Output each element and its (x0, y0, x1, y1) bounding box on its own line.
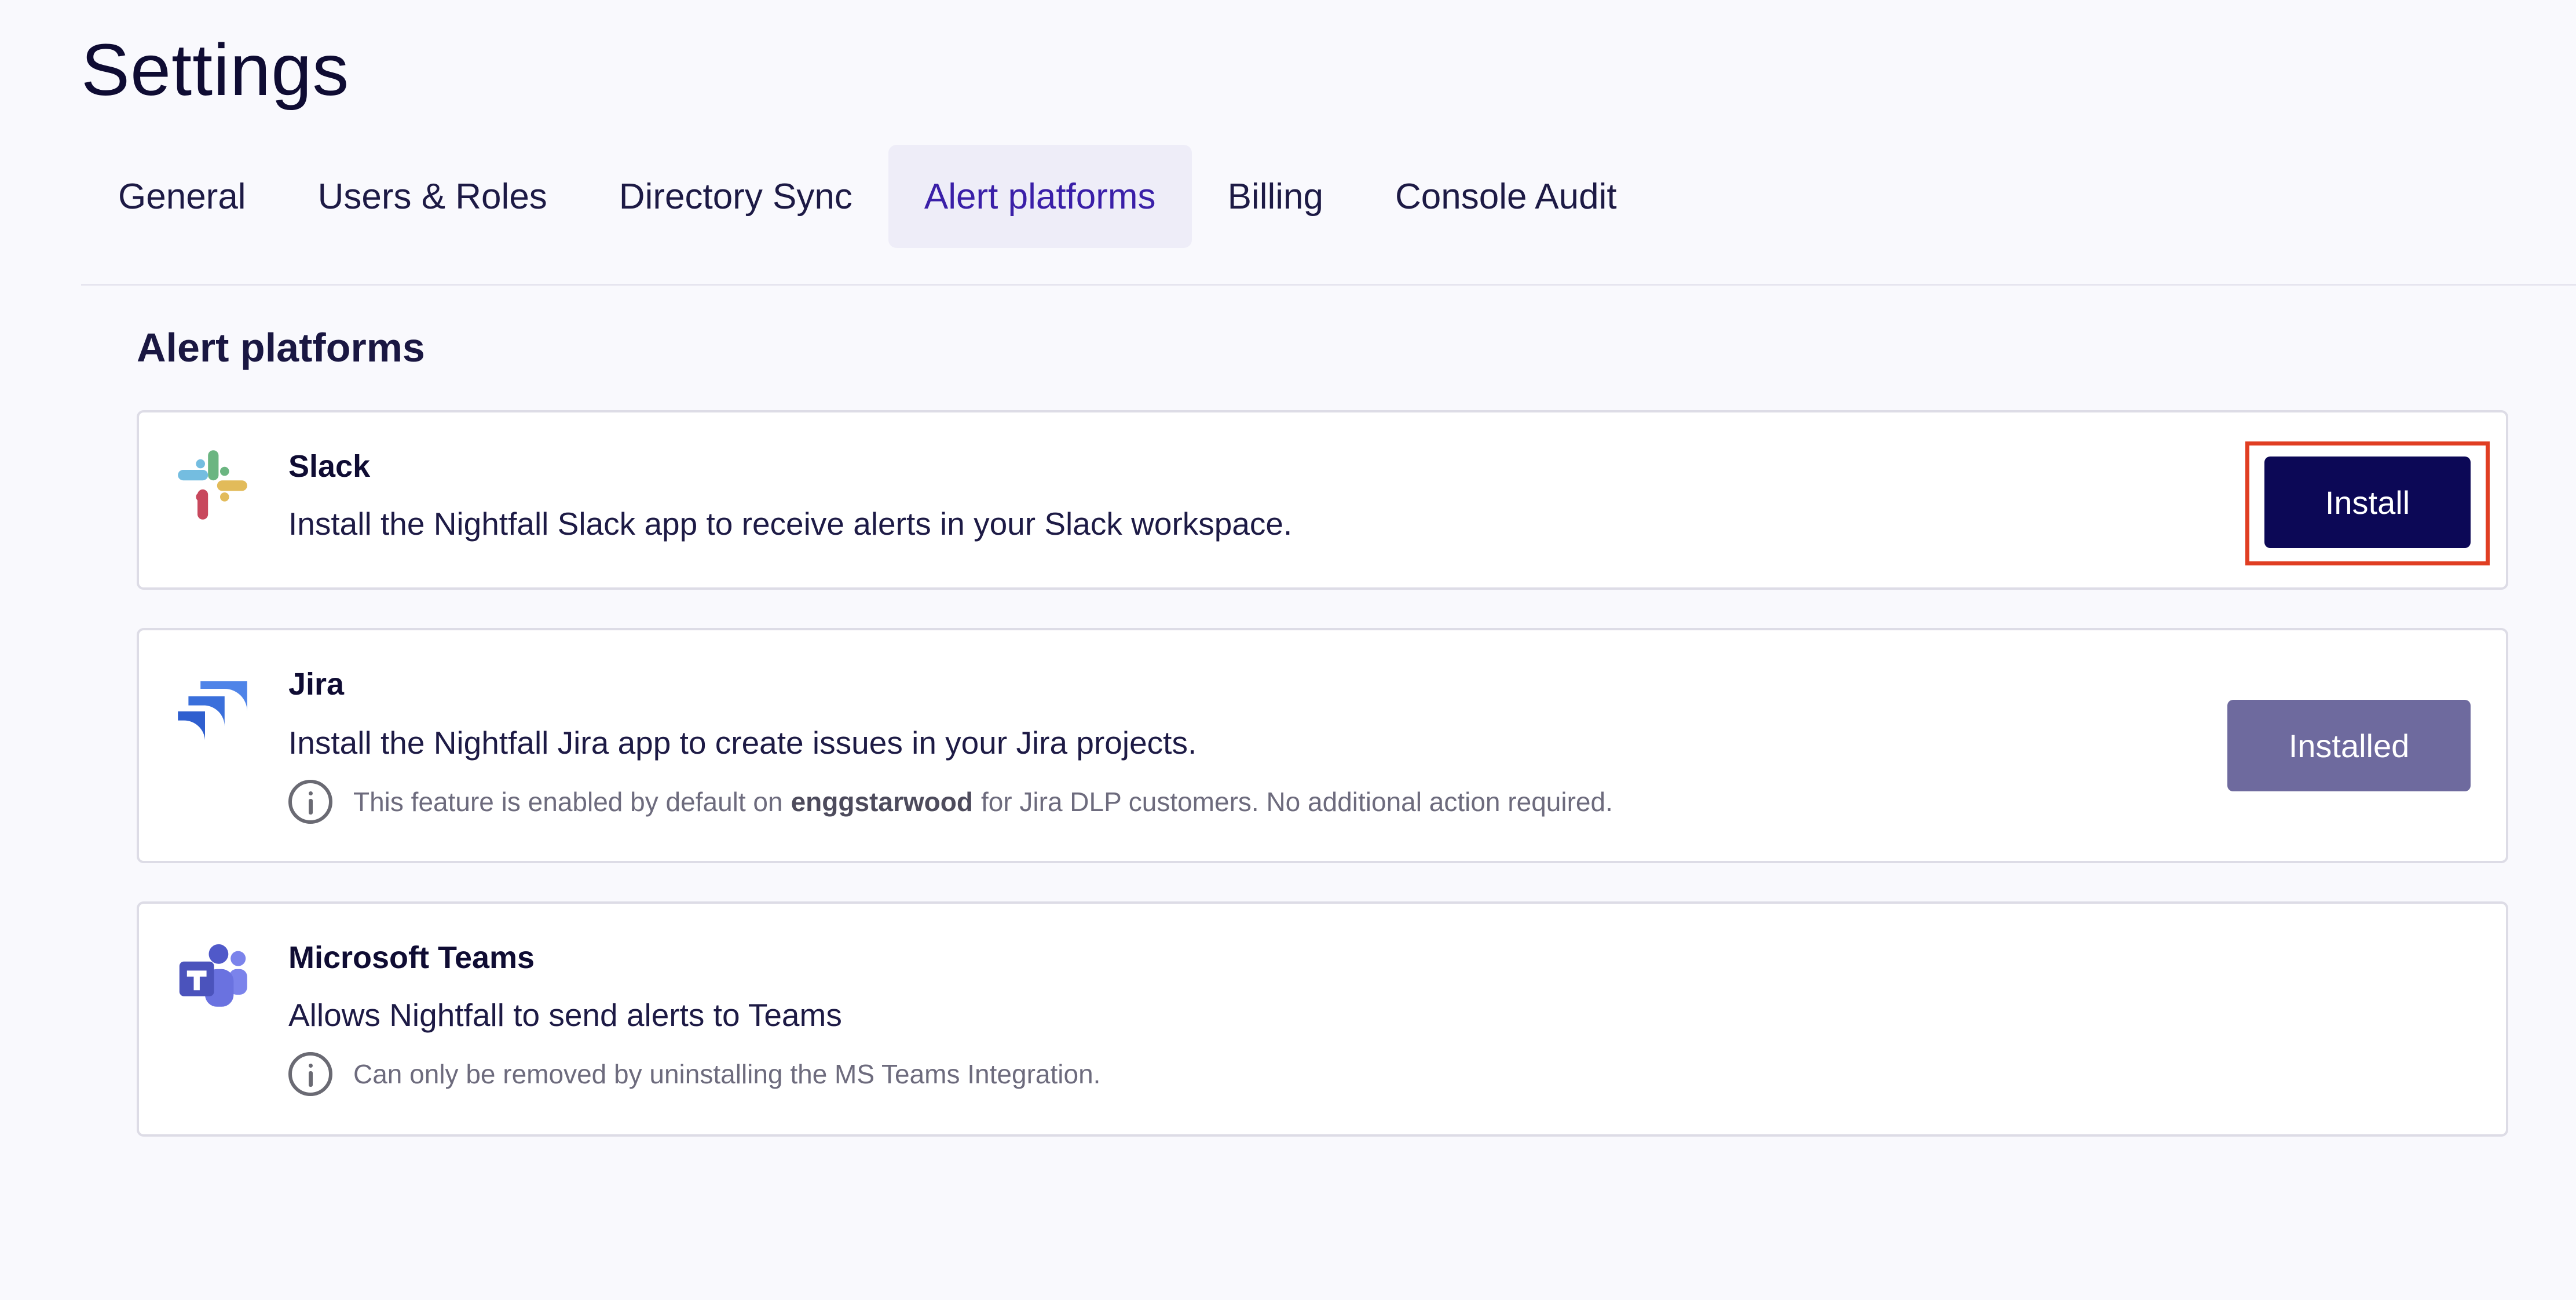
tab-directory-sync[interactable]: Directory Sync (583, 145, 888, 248)
slack-logo-icon (178, 450, 247, 520)
jira-info-note: This feature is enabled by default on en… (288, 780, 1613, 824)
info-icon (288, 1052, 332, 1096)
section-title: Alert platforms (137, 325, 425, 370)
slack-install-button[interactable]: Install (2264, 457, 2471, 548)
jira-description: Install the Nightfall Jira app to create… (288, 725, 1197, 761)
page-title: Settings (81, 29, 350, 111)
tab-billing[interactable]: Billing (1192, 145, 1359, 248)
tab-general[interactable]: General (82, 145, 282, 248)
jira-installed-button[interactable]: Installed (2227, 700, 2471, 791)
slack-card: Slack Install the Nightfall Slack app to… (137, 410, 2508, 590)
jira-note-prefix: This feature is enabled by default on (353, 787, 783, 817)
teams-card: Microsoft Teams Allows Nightfall to send… (137, 901, 2508, 1137)
tab-users-roles[interactable]: Users & Roles (282, 145, 583, 248)
settings-tabs: General Users & Roles Directory Sync Ale… (82, 145, 1653, 249)
jira-note-workspace: enggstarwood (791, 787, 973, 817)
teams-description: Allows Nightfall to send alerts to Teams (288, 997, 842, 1033)
teams-note-text: Can only be removed by uninstalling the … (353, 1059, 1101, 1089)
tab-console-audit[interactable]: Console Audit (1359, 145, 1653, 248)
jira-note-suffix: for Jira DLP customers. No additional ac… (980, 787, 1613, 817)
tab-alert-platforms[interactable]: Alert platforms (888, 145, 1192, 248)
slack-description: Install the Nightfall Slack app to recei… (288, 506, 1293, 542)
jira-logo-icon (178, 681, 247, 740)
microsoft-teams-logo-icon (179, 944, 247, 1007)
teams-name: Microsoft Teams (288, 940, 535, 975)
settings-page: Settings General Users & Roles Directory… (0, 0, 2576, 1300)
jira-card: Jira Install the Nightfall Jira app to c… (137, 628, 2508, 863)
jira-name: Jira (288, 667, 345, 702)
teams-info-note: Can only be removed by uninstalling the … (288, 1052, 1100, 1096)
info-icon (288, 780, 332, 824)
slack-name: Slack (288, 449, 371, 484)
tabs-divider (81, 284, 2576, 286)
